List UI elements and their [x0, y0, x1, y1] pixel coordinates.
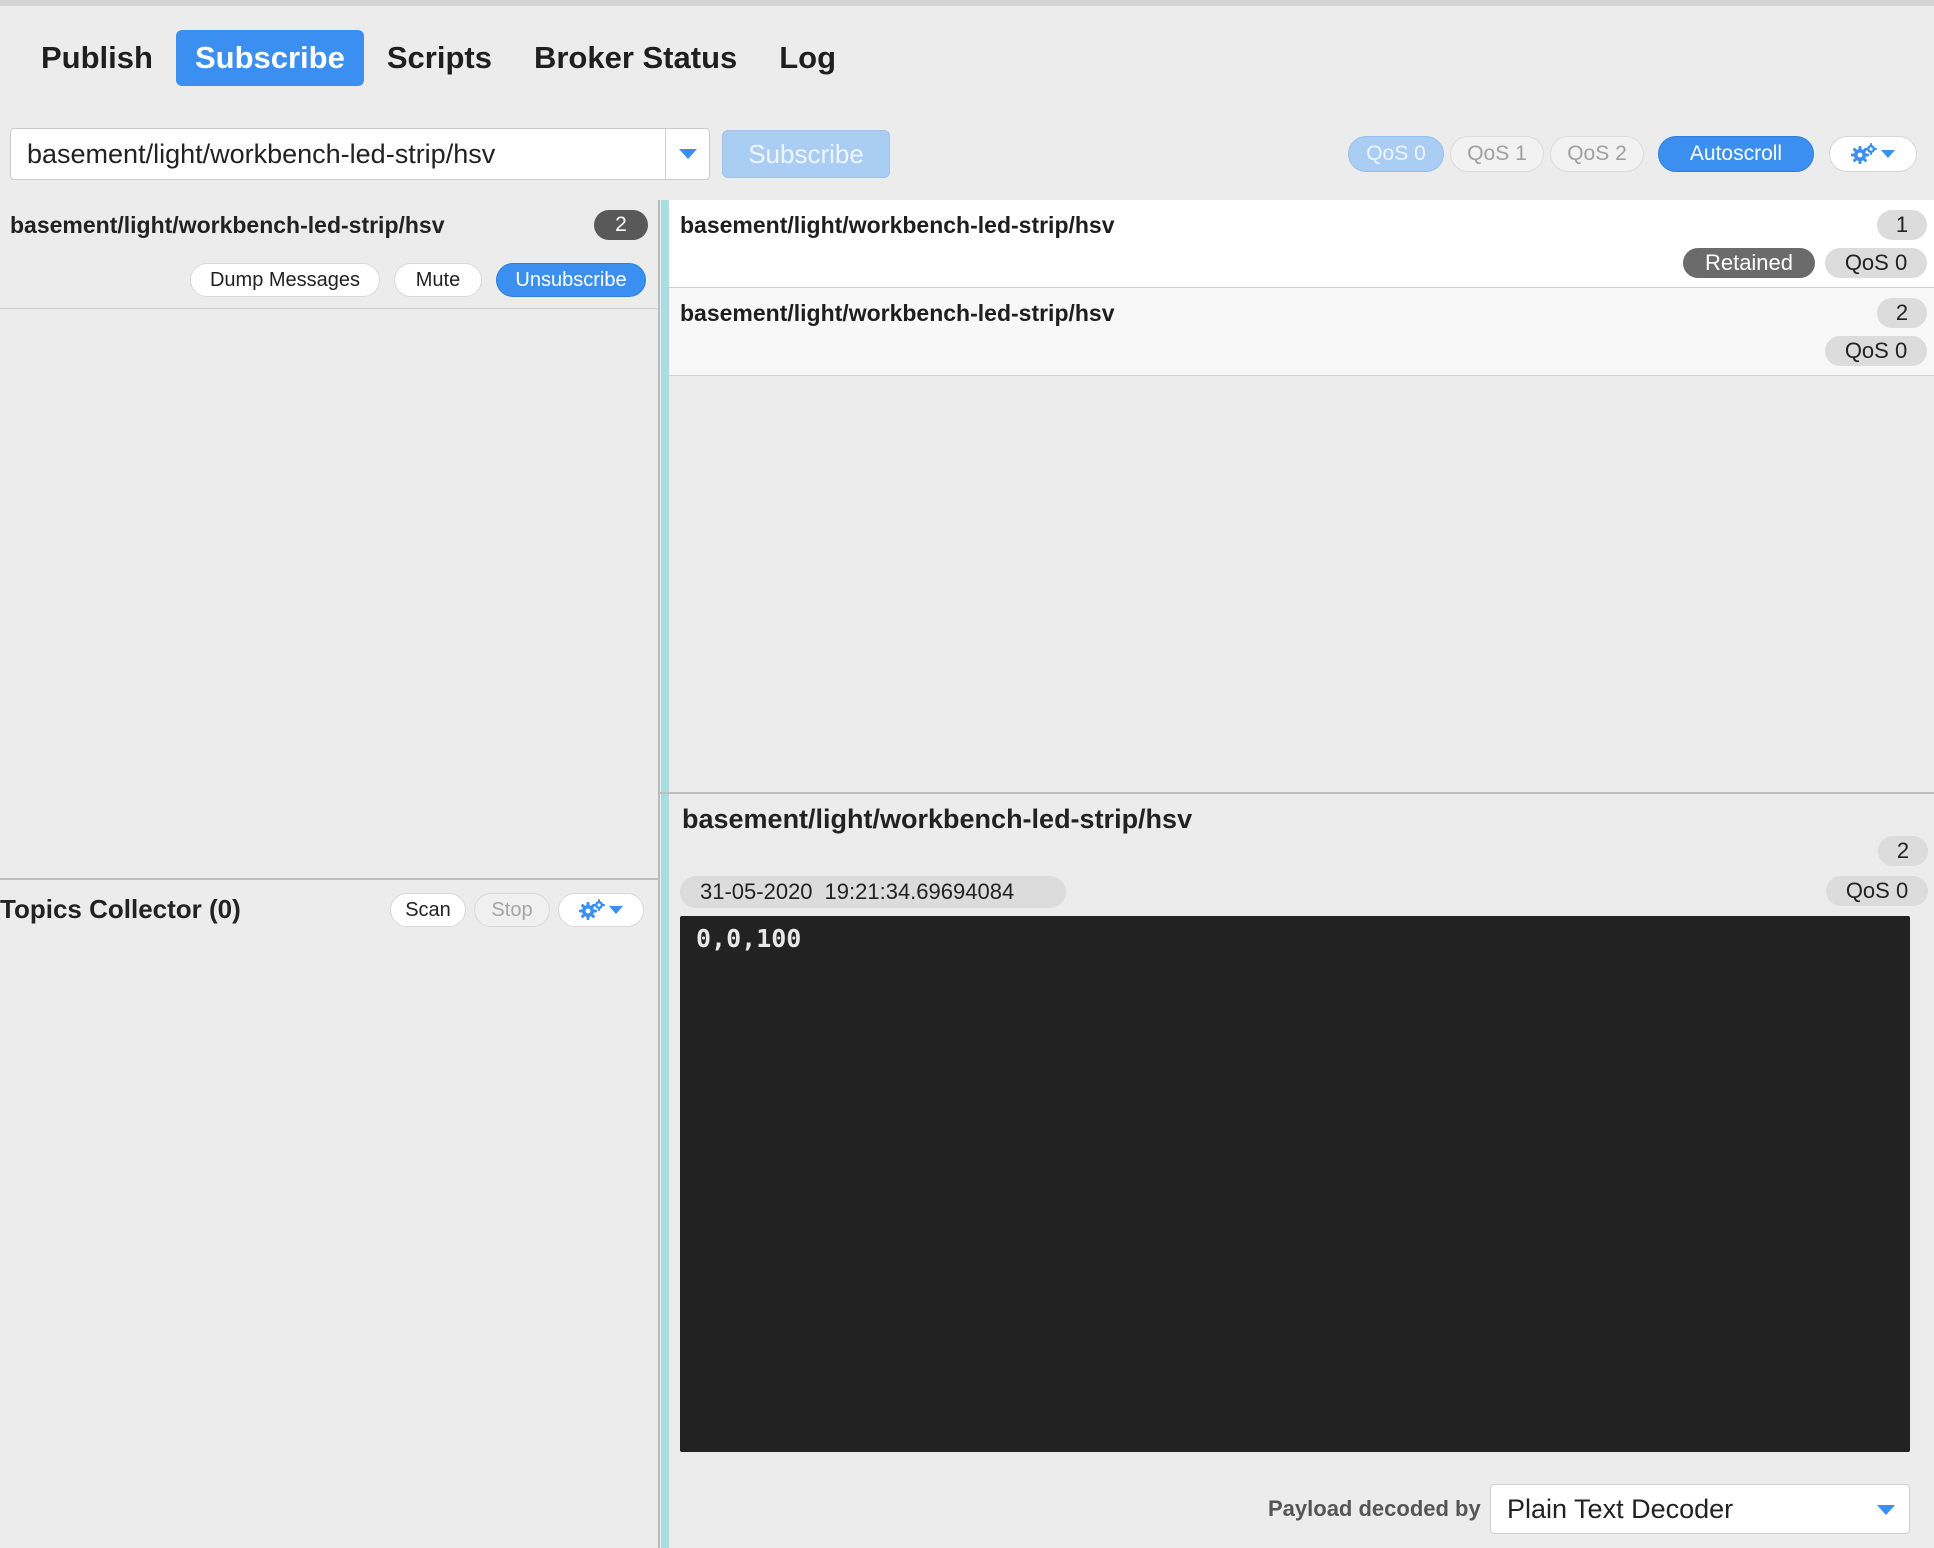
message-number: 2 — [1877, 298, 1927, 328]
decoder-label: Payload decoded by — [1268, 1496, 1481, 1521]
qos-2-toggle[interactable]: QoS 2 — [1550, 136, 1644, 172]
chevron-down-icon — [678, 149, 697, 159]
payload-viewer[interactable]: 0,0,100 — [680, 916, 1910, 1452]
detail-topic: basement/light/workbench-led-strip/hsv — [682, 804, 1193, 834]
qos-0-toggle[interactable]: QoS 0 — [1348, 136, 1444, 172]
main-tabs: Publish Subscribe Scripts Broker Status … — [22, 30, 859, 86]
payload-text: 0,0,100 — [696, 924, 802, 953]
timestamp-badge: 31-05-2020 19:21:34.69694084 — [680, 876, 1066, 908]
timestamp-time: 19:21:34.69694084 — [824, 879, 1015, 904]
qos-1-toggle[interactable]: QoS 1 — [1450, 136, 1544, 172]
tab-scripts[interactable]: Scripts — [368, 30, 511, 86]
message-qos-badge: QoS 0 — [1825, 336, 1927, 366]
subscription-divider — [0, 308, 658, 309]
stop-button[interactable]: Stop — [474, 893, 550, 927]
dump-messages-button[interactable]: Dump Messages — [190, 263, 380, 297]
window-top-border — [0, 0, 1934, 6]
autoscroll-toggle[interactable]: Autoscroll — [1658, 136, 1814, 172]
decoder-value: Plain Text Decoder — [1507, 1493, 1734, 1524]
tab-broker-status[interactable]: Broker Status — [515, 30, 756, 86]
topic-input[interactable] — [11, 129, 665, 179]
message-item[interactable]: basement/light/workbench-led-strip/hsv 1… — [669, 200, 1934, 288]
detail-splitter[interactable] — [660, 792, 1934, 794]
chevron-down-icon — [1877, 1505, 1895, 1515]
subscribe-button[interactable]: Subscribe — [722, 130, 890, 178]
tab-subscribe[interactable]: Subscribe — [175, 30, 364, 86]
tab-log[interactable]: Log — [760, 30, 855, 86]
vertical-splitter[interactable] — [658, 200, 660, 1548]
collector-settings-button[interactable] — [558, 893, 644, 927]
gear-icon — [579, 899, 605, 920]
topic-combobox[interactable] — [10, 128, 710, 180]
message-item[interactable]: basement/light/workbench-led-strip/hsv 2… — [669, 288, 1934, 376]
tab-publish[interactable]: Publish — [22, 30, 172, 86]
message-qos-badge: QoS 0 — [1825, 248, 1927, 278]
timestamp-date: 31-05-2020 — [700, 879, 813, 904]
decoder-select[interactable]: Plain Text Decoder — [1490, 1484, 1910, 1534]
topic-dropdown-button[interactable] — [665, 129, 709, 179]
topics-collector-title: Topics Collector (0) — [0, 894, 241, 924]
subscription-topic[interactable]: basement/light/workbench-led-strip/hsv — [10, 212, 445, 239]
retained-badge: Retained — [1683, 248, 1815, 278]
subscription-color-bar — [661, 200, 669, 1548]
scan-button[interactable]: Scan — [390, 893, 466, 927]
message-topic: basement/light/workbench-led-strip/hsv — [680, 300, 1115, 326]
message-topic: basement/light/workbench-led-strip/hsv — [680, 212, 1115, 238]
detail-qos-badge: QoS 0 — [1826, 876, 1928, 906]
mute-button[interactable]: Mute — [394, 263, 482, 297]
message-number: 1 — [1877, 210, 1927, 240]
chevron-down-icon — [609, 906, 623, 914]
unsubscribe-button[interactable]: Unsubscribe — [496, 263, 646, 297]
subscribe-settings-button[interactable] — [1829, 136, 1917, 172]
chevron-down-icon — [1881, 150, 1895, 158]
collector-splitter[interactable] — [0, 878, 658, 880]
detail-message-number: 2 — [1878, 836, 1928, 866]
subscription-message-count: 2 — [594, 210, 648, 240]
gear-icon — [1851, 143, 1877, 164]
